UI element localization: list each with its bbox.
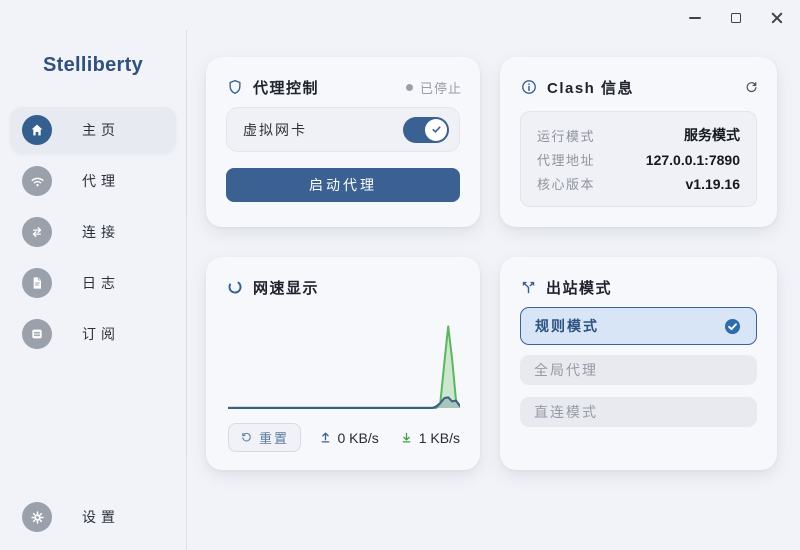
- speed-card-title: 网速显示: [253, 277, 319, 298]
- sidebar-nav: 主页 代理 连接 日志: [10, 107, 176, 362]
- upload-icon: [318, 430, 333, 445]
- maximize-button[interactable]: [723, 9, 749, 27]
- info-value: v1.19.16: [686, 176, 741, 192]
- outbound-card-title: 出站模式: [546, 277, 612, 298]
- info-label: 运行模式: [537, 126, 595, 145]
- status-dot-icon: [406, 84, 413, 91]
- outbound-option-global[interactable]: 全局代理: [520, 355, 757, 385]
- info-card-header: Clash 信息: [520, 76, 759, 98]
- minimize-icon: [689, 17, 701, 19]
- document-icon: [22, 268, 52, 298]
- info-label: 核心版本: [537, 174, 595, 193]
- info-value: 127.0.0.1:7890: [646, 152, 740, 168]
- speed-chart: [228, 305, 460, 411]
- sidebar-item-proxy[interactable]: 代理: [10, 158, 176, 204]
- reset-label: 重置: [259, 428, 289, 447]
- sidebar-item-home[interactable]: 主页: [10, 107, 176, 153]
- speed-chart-container: [228, 305, 460, 411]
- info-row-address: 代理地址 127.0.0.1:7890: [537, 150, 740, 169]
- net-speed-card: 网速显示 重置 0 KB/s 1 KB/s: [206, 257, 480, 470]
- sidebar-item-label: 代理: [82, 171, 120, 191]
- home-icon: [22, 115, 52, 145]
- settings-label: 设置: [82, 507, 120, 527]
- info-icon: [520, 78, 538, 96]
- wifi-icon: [22, 166, 52, 196]
- close-icon: [771, 12, 783, 24]
- outbound-card-header: 出站模式: [520, 276, 759, 298]
- sidebar-item-subscriptions[interactable]: 订阅: [10, 311, 176, 357]
- proxy-status-label: 已停止: [420, 78, 462, 97]
- refresh-icon: [744, 80, 759, 95]
- sidebar-item-label: 主页: [82, 120, 120, 140]
- sidebar-item-label: 连接: [82, 222, 120, 242]
- check-icon: [430, 123, 443, 136]
- info-card-title: Clash 信息: [547, 77, 634, 98]
- download-speed-value: 1 KB/s: [419, 430, 460, 446]
- proxy-control-card: 代理控制 已停止 虚拟网卡 启动代理: [206, 57, 480, 227]
- upload-speed: 0 KB/s: [318, 430, 379, 446]
- info-row-version: 核心版本 v1.19.16: [537, 174, 740, 193]
- gear-icon: [22, 502, 52, 532]
- outbound-mode-card: 出站模式 规则模式 全局代理 直连模式: [500, 257, 777, 470]
- outbound-option-label: 全局代理: [534, 360, 598, 380]
- proxy-card-header: 代理控制 已停止: [226, 76, 462, 98]
- spinner-icon: [226, 278, 244, 296]
- info-value: 服务模式: [684, 125, 740, 145]
- clash-info-panel: 运行模式 服务模式 代理地址 127.0.0.1:7890 核心版本 v1.19…: [520, 111, 757, 207]
- reset-button[interactable]: 重置: [228, 423, 301, 452]
- minimize-button[interactable]: [682, 9, 708, 27]
- refresh-button[interactable]: [744, 80, 759, 95]
- check-circle-icon: [723, 317, 742, 336]
- clash-info-card: Clash 信息 运行模式 服务模式 代理地址 127.0.0.1:7890 核…: [500, 57, 777, 227]
- outbound-option-label: 直连模式: [534, 402, 598, 422]
- list-icon: [22, 319, 52, 349]
- proxy-status: 已停止: [406, 78, 462, 97]
- download-speed: 1 KB/s: [399, 430, 460, 446]
- swap-arrows-icon: [22, 217, 52, 247]
- maximize-icon: [731, 13, 741, 23]
- proxy-card-title: 代理控制: [253, 77, 319, 98]
- sidebar-item-label: 日志: [82, 273, 120, 293]
- info-row-mode: 运行模式 服务模式: [537, 125, 740, 145]
- reset-icon: [240, 431, 253, 444]
- outbound-option-label: 规则模式: [535, 316, 599, 336]
- window-controls: [682, 9, 790, 27]
- start-proxy-button[interactable]: 启动代理: [226, 168, 460, 202]
- outbound-option-direct[interactable]: 直连模式: [520, 397, 757, 427]
- sidebar-item-logs[interactable]: 日志: [10, 260, 176, 306]
- sidebar-divider: [186, 30, 187, 550]
- toggle-thumb: [425, 119, 447, 141]
- tun-row: 虚拟网卡: [226, 107, 460, 152]
- speed-card-header: 网速显示: [226, 276, 462, 298]
- app-brand: Stelliberty: [0, 54, 186, 77]
- sidebar-item-connections[interactable]: 连接: [10, 209, 176, 255]
- sidebar-item-label: 订阅: [82, 324, 120, 344]
- tun-label: 虚拟网卡: [243, 120, 307, 140]
- sidebar-item-settings[interactable]: 设置: [10, 494, 176, 540]
- split-icon: [520, 279, 537, 296]
- shield-icon: [226, 78, 244, 96]
- speed-footer: 重置 0 KB/s 1 KB/s: [228, 423, 460, 452]
- close-button[interactable]: [764, 9, 790, 27]
- tun-toggle[interactable]: [403, 117, 449, 143]
- upload-speed-value: 0 KB/s: [338, 430, 379, 446]
- info-label: 代理地址: [537, 150, 595, 169]
- download-icon: [399, 430, 414, 445]
- outbound-option-rule[interactable]: 规则模式: [520, 307, 757, 345]
